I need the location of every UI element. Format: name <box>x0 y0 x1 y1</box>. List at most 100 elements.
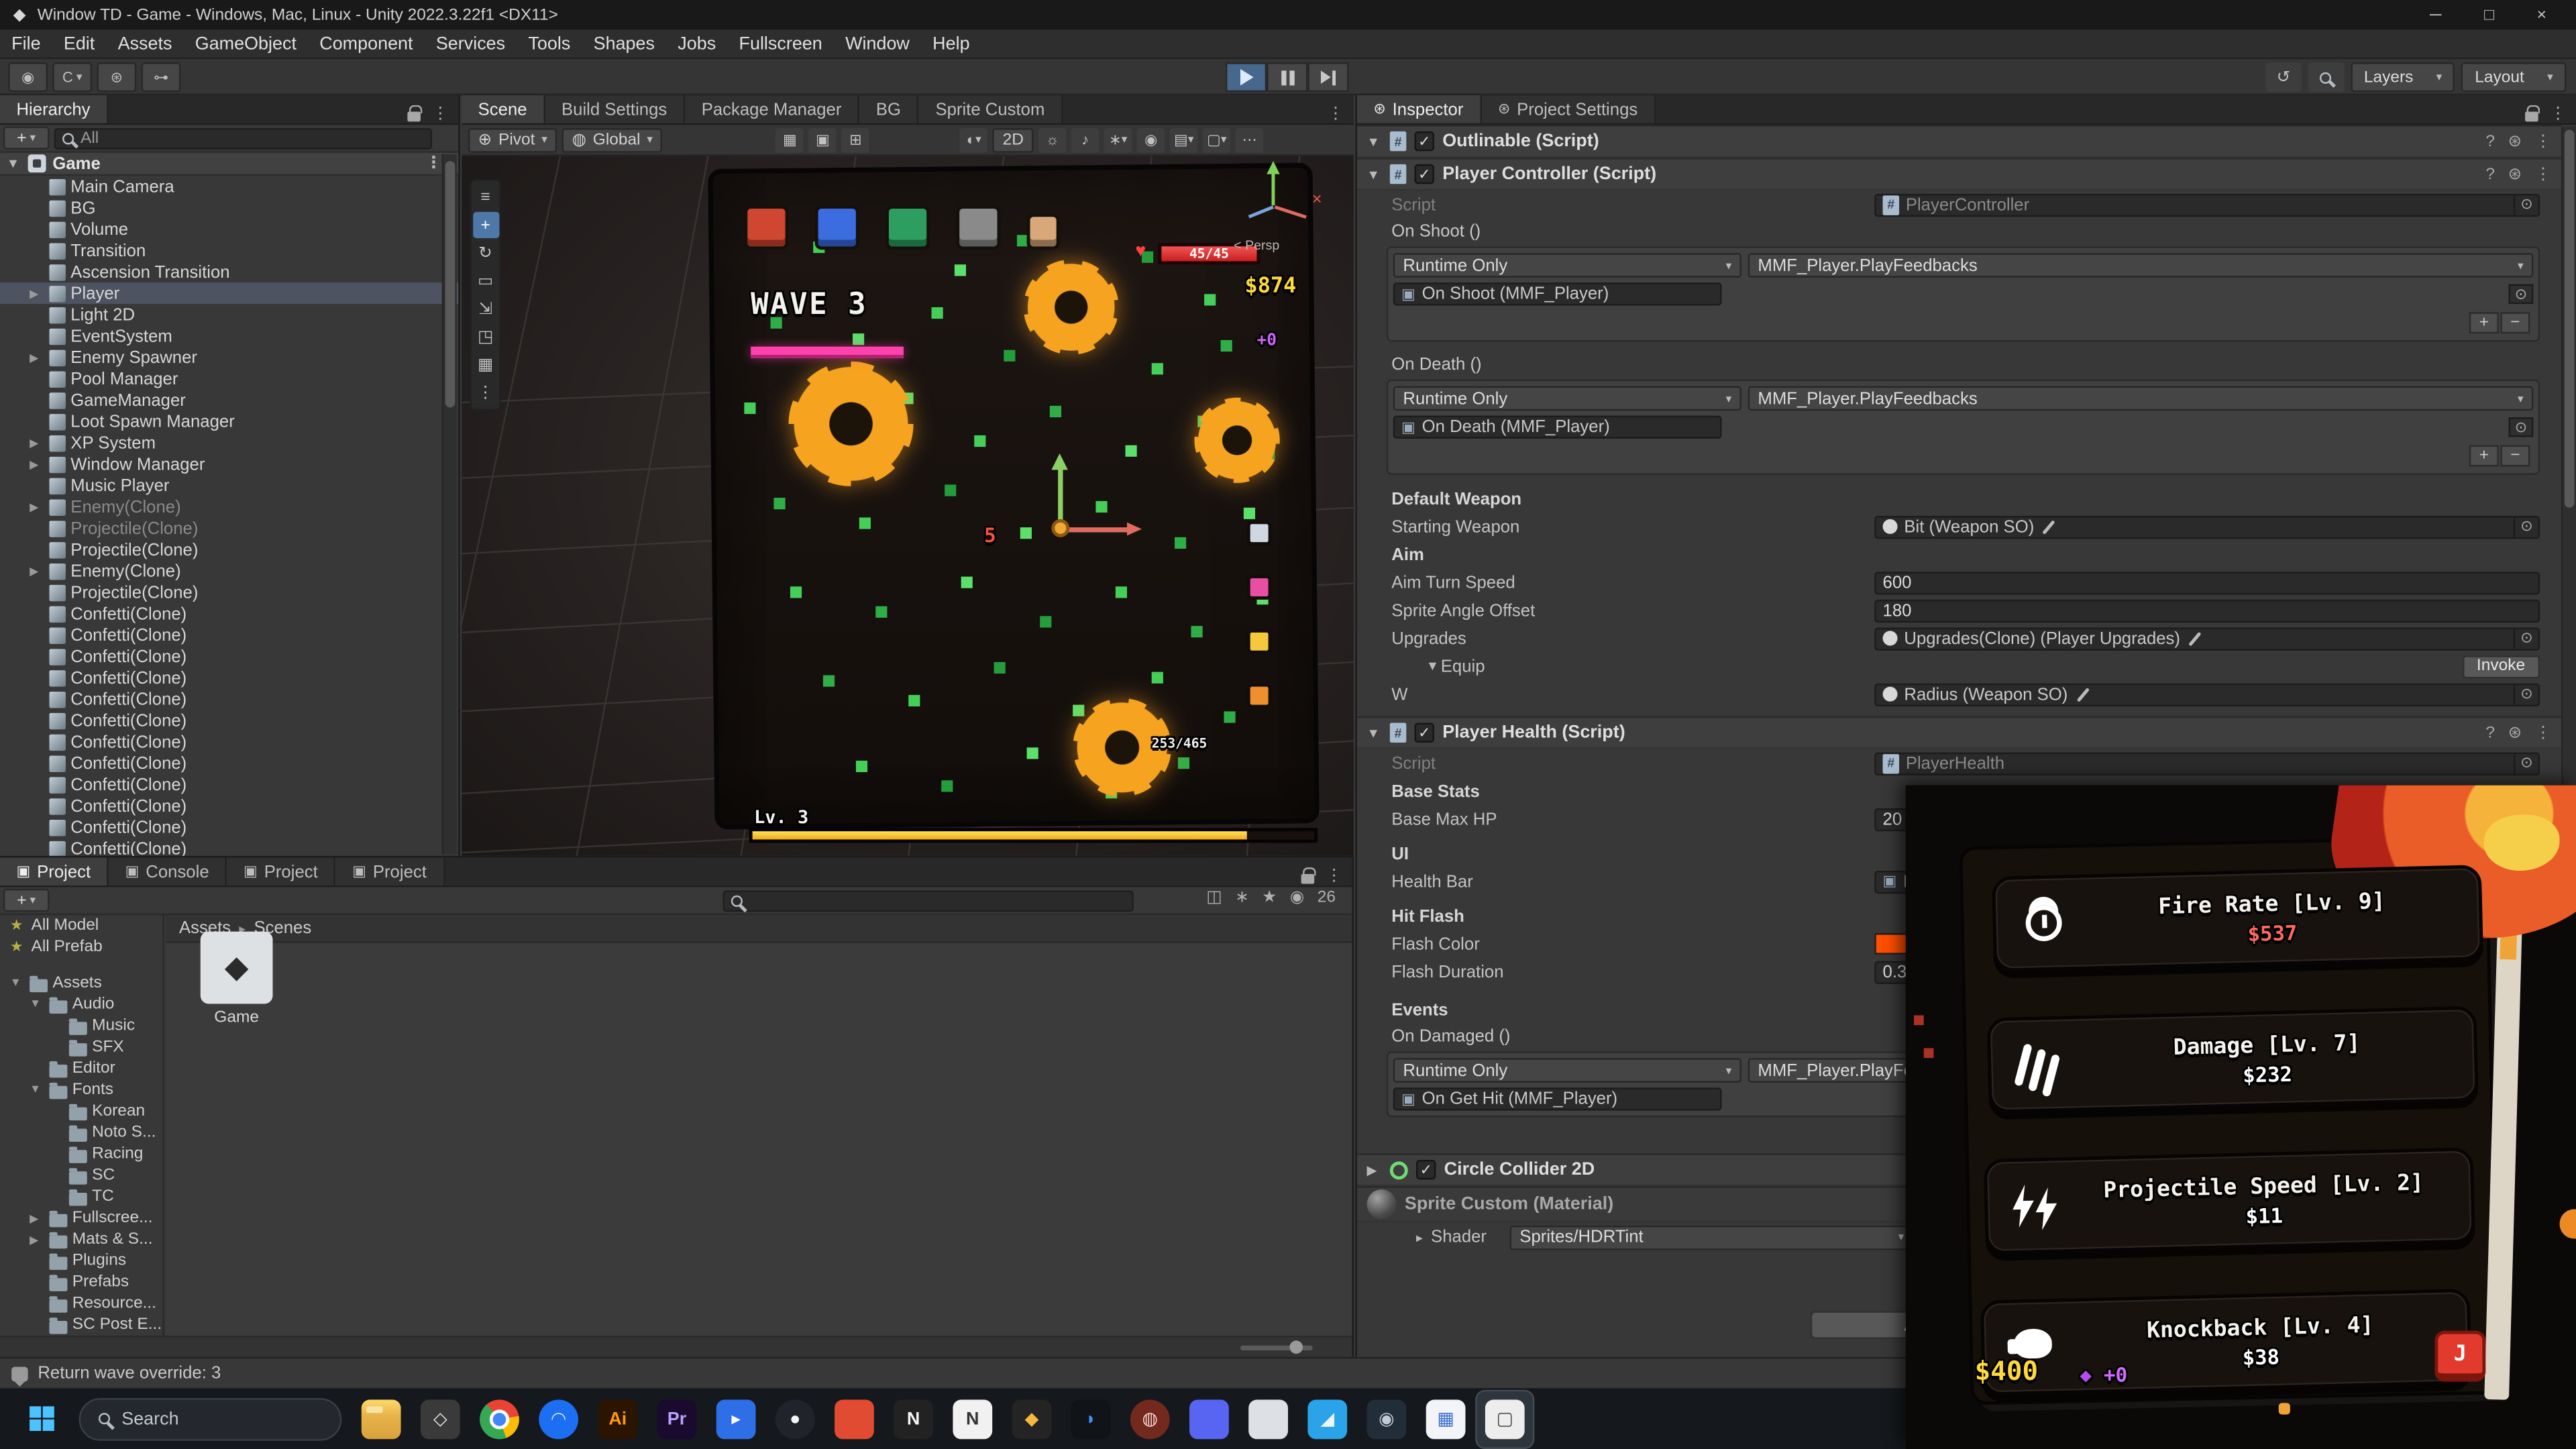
snap-settings-icon[interactable]: ⊞ <box>842 127 870 152</box>
foldout-arrow[interactable]: ▼ <box>1367 725 1382 740</box>
game-app-icon[interactable]: ▢ <box>1477 1391 1533 1446</box>
scene-menu-icon[interactable]: ⋮ <box>425 154 441 172</box>
favorites-icon[interactable]: ★ <box>1262 889 1277 907</box>
maximize-button[interactable]: □ <box>2484 6 2494 24</box>
foldout-arrow[interactable]: ▼ <box>1426 659 1441 674</box>
favorite-search-item[interactable]: ★ All Model <box>0 915 162 936</box>
component-menu-icon[interactable]: ⋮ <box>2535 165 2551 183</box>
gizmo-x-axis[interactable] <box>1063 527 1128 532</box>
menu-item[interactable]: Jobs <box>666 29 727 58</box>
project-tab[interactable]: ▣Project <box>336 857 445 885</box>
help-icon[interactable]: ? <box>2485 132 2495 150</box>
lock-icon[interactable] <box>407 112 421 122</box>
rect-tool-icon[interactable]: ▭ <box>472 268 498 294</box>
perspective-label[interactable]: < Persp <box>1234 238 1279 253</box>
enabled-checkbox[interactable]: ✓ <box>1415 723 1434 743</box>
red-app-icon[interactable] <box>826 1391 882 1446</box>
illustrator-icon[interactable]: Ai <box>590 1391 645 1446</box>
2d-toggle[interactable]: 2D <box>993 127 1034 152</box>
console-message-icon[interactable] <box>11 1366 28 1381</box>
hierarchy-item[interactable]: ▶ Confetti(Clone) <box>0 603 458 625</box>
keybind-button[interactable]: J <box>2434 1331 2485 1382</box>
object-picker-icon[interactable]: ⊙ <box>2514 195 2538 214</box>
folder-item[interactable]: Editor <box>0 1058 162 1079</box>
hierarchy-item[interactable]: ▶ Confetti(Clone) <box>0 795 458 816</box>
menu-item[interactable]: Services <box>425 29 517 58</box>
hierarchy-item[interactable]: ▶ BG <box>0 197 458 219</box>
panel-menu-icon[interactable]: ⋮ <box>2550 105 2566 123</box>
remove-event-button[interactable]: − <box>2500 312 2530 333</box>
panel-menu-icon[interactable]: ⋮ <box>1328 105 1344 123</box>
component-menu-icon[interactable]: ⋮ <box>2535 132 2551 150</box>
hierarchy-item[interactable]: ▶ Confetti(Clone) <box>0 688 458 710</box>
help-icon[interactable]: ? <box>2485 165 2495 183</box>
premiere-icon[interactable]: Pr <box>649 1391 704 1446</box>
upgrade-button[interactable]: Projectile Speed [Lv. 2] $11 <box>1984 1147 2475 1254</box>
file-explorer-icon[interactable] <box>354 1391 409 1446</box>
scene-view-tab[interactable]: Sprite Custom <box>919 95 1063 123</box>
pause-button[interactable] <box>1267 62 1307 92</box>
aim-turn-speed-input[interactable]: 600 <box>1874 571 2540 594</box>
visibility-icon[interactable]: ◉ <box>1137 127 1165 152</box>
lock-icon[interactable] <box>2525 112 2538 122</box>
hierarchy-item[interactable]: ▶ Main Camera <box>0 176 458 197</box>
edit-icon[interactable] <box>2043 519 2055 534</box>
azure-app-icon[interactable]: ◢ <box>1299 1391 1355 1446</box>
enabled-checkbox[interactable]: ✓ <box>1415 164 1434 184</box>
hierarchy-item[interactable]: ▶ Projectile(Clone) <box>0 517 458 539</box>
folder-item[interactable]: Noto S... <box>0 1122 162 1144</box>
menu-item[interactable]: Shapes <box>582 29 666 58</box>
edit-icon[interactable] <box>2076 687 2089 702</box>
shader-dropdown[interactable]: Sprites/HDRTint▾ <box>1510 1225 1914 1250</box>
account-icon[interactable]: ◉ <box>8 62 48 92</box>
github-icon[interactable]: ● <box>767 1391 823 1446</box>
hierarchy-item[interactable]: ▶ Projectile(Clone) <box>0 539 458 560</box>
add-event-button[interactable]: + <box>2469 445 2499 467</box>
menu-item[interactable]: Edit <box>52 29 107 58</box>
script-object-field[interactable]: PlayerHealth⊙ <box>1874 751 2540 774</box>
services-icon[interactable]: ⊛ <box>97 62 136 92</box>
folder-item[interactable]: Mats & S... <box>0 1229 162 1250</box>
menu-item[interactable]: Window <box>834 29 921 58</box>
scene-canvas[interactable]: ≡ + ↻ ▭ ⇲ ◳ ▦ ⋮ WAVE 3 ♥ 45/45 $874 <box>462 156 1354 856</box>
foldout-arrow[interactable]: ▼ <box>1367 167 1382 182</box>
search-by-label-icon[interactable]: ∗ <box>1235 889 1249 907</box>
script-object-field[interactable]: PlayerController⊙ <box>1874 193 2540 216</box>
taskbar-search-input[interactable]: Search <box>79 1397 342 1440</box>
foldout-arrow[interactable]: ▶ <box>30 436 44 449</box>
tab-hierarchy[interactable]: Hierarchy <box>0 95 108 123</box>
transform-tool-icon[interactable]: ◳ <box>472 323 498 350</box>
folder-item[interactable]: Plugins <box>0 1250 162 1272</box>
event-mode-dropdown[interactable]: Runtime Only▾ <box>1393 386 1741 411</box>
folder-item[interactable]: Korean <box>0 1101 162 1122</box>
unity-hub-icon[interactable]: ◇ <box>413 1391 468 1446</box>
hierarchy-item[interactable]: ▶ Enemy(Clone) <box>0 496 458 518</box>
minimize-button[interactable]: ─ <box>2430 6 2441 24</box>
create-asset-button[interactable]: + ▾ <box>3 889 50 912</box>
folder-item[interactable]: SFX <box>0 1036 162 1058</box>
foldout-arrow[interactable]: ▶ <box>1367 1163 1382 1177</box>
hierarchy-scrollbar[interactable] <box>442 154 457 854</box>
obs-icon[interactable]: ◍ <box>1122 1391 1178 1446</box>
object-picker-icon[interactable]: ⊙ <box>2514 517 2538 536</box>
version-control-icon[interactable]: ⊶ <box>142 62 181 92</box>
scene-view-tab[interactable]: Scene <box>462 95 545 123</box>
component-header-player-controller[interactable]: ▼ ✓ Player Controller (Script) ?⊛⋮ <box>1357 158 2561 191</box>
hierarchy-item[interactable]: ▶ Music Player <box>0 475 458 496</box>
event-mode-dropdown[interactable]: Runtime Only▾ <box>1393 253 1741 278</box>
folder-item[interactable]: SC <box>0 1165 162 1186</box>
favorite-search-item[interactable]: ★ All Prefab <box>0 936 162 958</box>
event-target-field[interactable]: ▣On Shoot (MMF_Player) <box>1393 282 1722 305</box>
hierarchy-item[interactable]: ▶ Confetti(Clone) <box>0 710 458 731</box>
panel-menu-icon[interactable]: ⋮ <box>432 105 448 123</box>
enabled-checkbox[interactable]: ✓ <box>1415 131 1434 151</box>
inspector-tab[interactable]: ⊛Project Settings <box>1481 95 1656 123</box>
diamond-app-icon[interactable]: ◆ <box>1004 1391 1059 1446</box>
layout-dropdown[interactable]: Layout▾ <box>2462 62 2567 92</box>
undo-history-icon[interactable]: ↺ <box>2265 62 2302 92</box>
foldout-arrow[interactable]: ▶ <box>30 500 44 514</box>
edge-icon[interactable]: ◠ <box>531 1391 586 1446</box>
dark-app-icon[interactable]: ◉ <box>1358 1391 1414 1446</box>
foldout-arrow[interactable]: ▼ <box>7 156 21 171</box>
hierarchy-item[interactable]: ▶ Confetti(Clone) <box>0 645 458 667</box>
